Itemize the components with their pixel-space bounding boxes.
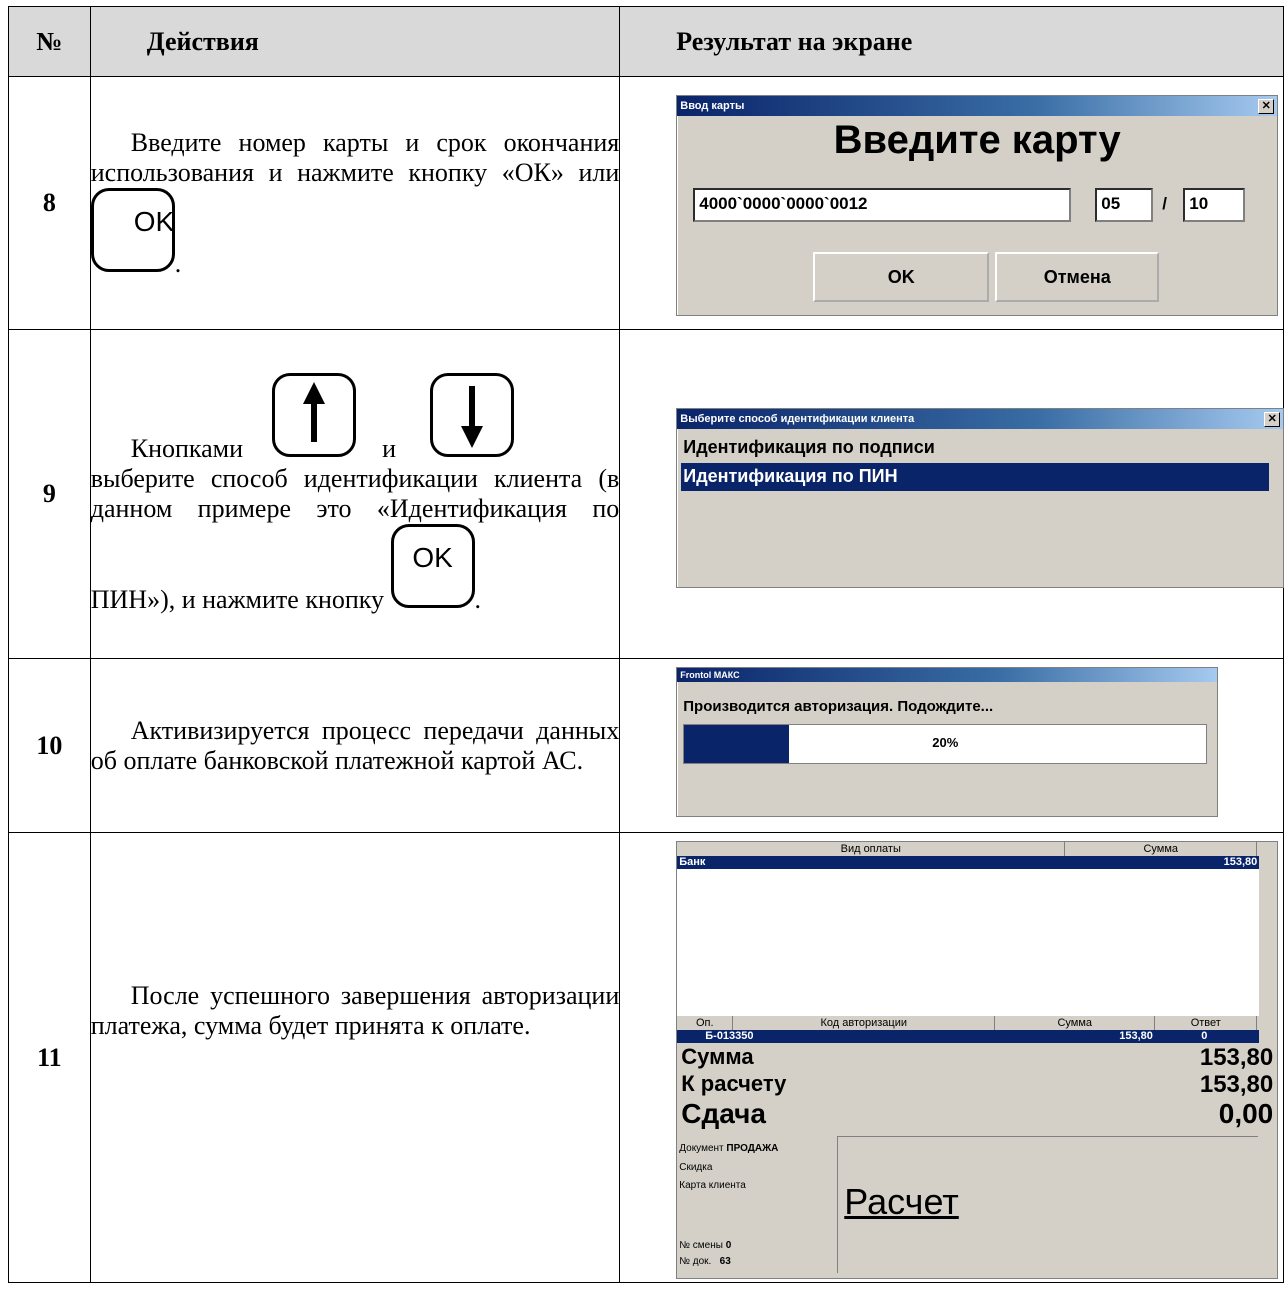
result-screen: Выберите способ идентификации клиента ✕ И… <box>619 329 1284 659</box>
change-label: Сдача <box>681 1098 766 1129</box>
mode-label: Расчет <box>844 1181 959 1222</box>
info-panel: Документ ПРОДАЖА Скидка Карта клиента № … <box>677 1136 837 1278</box>
step-action-text: Активизируется процесс передачи данных о… <box>90 715 620 775</box>
ok-key-icon: OK <box>390 524 475 608</box>
table-row: 11 После успешного завершения авторизаци… <box>8 832 1284 1283</box>
step-action: Введите номер карты и срок окончания исп… <box>89 76 621 330</box>
step-action: Кнопками и выберите способ идентификации… <box>89 329 621 659</box>
header-result: Результат на экране <box>619 6 1284 77</box>
dialog-titlebar: Frontol МАКС <box>677 668 1218 682</box>
auth-row-selected[interactable]: Б-013350 153,80 0 <box>677 1030 1260 1043</box>
card-entry-dialog: Ввод карты ✕ Введите карту 4000`0000`0000… <box>676 95 1279 316</box>
change-value: 0,00 <box>1218 1098 1274 1129</box>
table-row: 8 Введите номер карты и срок окончания и… <box>8 76 1284 330</box>
date-separator: / <box>1162 194 1167 213</box>
step-action: Активизируется процесс передачи данных о… <box>89 658 621 833</box>
table-header-row: № Действия Результат на экране <box>8 6 1284 77</box>
year-field[interactable]: 10 <box>1183 188 1246 222</box>
identification-dialog: Выберите способ идентификации клиента ✕ И… <box>676 408 1284 588</box>
pay-header-sum: Сумма <box>1065 842 1258 856</box>
header-num: № <box>8 6 91 77</box>
mode-panel: Расчет <box>837 1136 1259 1273</box>
payment-screen: Вид оплаты Сумма Банк 153,80 Оп. Код авт… <box>676 841 1279 1279</box>
result-screen: Frontol МАКС Производится авторизация. П… <box>619 658 1284 833</box>
step-number: 8 <box>8 76 91 330</box>
topay-label: К расчету <box>681 1071 787 1096</box>
doc-type: Документ ПРОДАЖА <box>679 1143 779 1154</box>
result-screen: Ввод карты ✕ Введите карту 4000`0000`0000… <box>619 76 1284 330</box>
dialog-titlebar: Ввод карты ✕ <box>677 96 1278 116</box>
step-action-keys: Кнопками и <box>91 373 620 464</box>
sum-value: 153,80 <box>1199 1044 1274 1071</box>
table-row: 9 Кнопками и выберите способ идентификац… <box>8 329 1284 659</box>
auth-message: Производится авторизация. Подождите... <box>683 698 994 715</box>
doc-number: № док. 63 <box>679 1256 731 1267</box>
pay-list-area <box>677 869 1260 1016</box>
arrow-down-icon <box>430 373 515 457</box>
instruction-table: № Действия Результат на экране 8 Введите… <box>8 6 1284 1283</box>
auth-header-answer: Ответ <box>1155 1016 1258 1030</box>
step-action-text: После успешного завершения авторизации п… <box>90 981 620 1040</box>
auth-header-code: Код авторизации <box>733 1016 996 1030</box>
pay-header-type: Вид оплаты <box>677 842 1066 856</box>
step-number: 10 <box>8 658 91 833</box>
step-action-text: выберите способ идентификации клиента (в… <box>90 464 620 614</box>
client-card-label: Карта клиента <box>679 1180 746 1191</box>
step-number: 11 <box>8 832 91 1283</box>
table-row: 10 Активизируется процесс передачи данны… <box>8 658 1284 833</box>
pay-row-selected[interactable]: Банк 153,80 <box>677 856 1260 869</box>
dialog-heading: Введите карту <box>833 118 1121 162</box>
cancel-button[interactable]: Отмена <box>995 252 1160 302</box>
card-number-field[interactable]: 4000`0000`0000`0012 <box>693 188 1072 222</box>
step-number: 9 <box>8 329 91 659</box>
option-signature[interactable]: Идентификация по подписи <box>683 437 935 458</box>
progress-bar: 20% <box>683 724 1208 764</box>
auth-header-sum: Сумма <box>995 1016 1156 1030</box>
ok-key-icon: OK <box>90 187 175 272</box>
arrow-up-icon <box>271 373 356 457</box>
topay-value: 153,80 <box>1199 1071 1274 1098</box>
sum-label: Сумма <box>681 1044 754 1069</box>
discount-label: Скидка <box>679 1162 713 1173</box>
close-icon[interactable]: ✕ <box>1258 99 1275 114</box>
shift-number: № смены 0 <box>679 1240 732 1251</box>
dialog-titlebar: Выберите способ идентификации клиента ✕ <box>677 409 1284 429</box>
close-icon[interactable]: ✕ <box>1264 412 1281 427</box>
auth-header-op: Оп. <box>677 1016 734 1030</box>
step-action: После успешного завершения авторизации п… <box>89 832 621 1283</box>
progress-label: 20% <box>932 735 959 750</box>
option-pin-selected[interactable]: Идентификация по ПИН <box>681 463 1270 491</box>
month-field[interactable]: 05 <box>1095 188 1154 222</box>
authorization-dialog: Frontol МАКС Производится авторизация. П… <box>676 667 1219 817</box>
header-actions: Действия <box>89 6 621 77</box>
step-action-text: Введите номер карты и срок окончания исп… <box>90 127 620 278</box>
result-screen: Вид оплаты Сумма Банк 153,80 Оп. Код авт… <box>619 832 1284 1283</box>
ok-button[interactable]: OK <box>813 252 990 302</box>
